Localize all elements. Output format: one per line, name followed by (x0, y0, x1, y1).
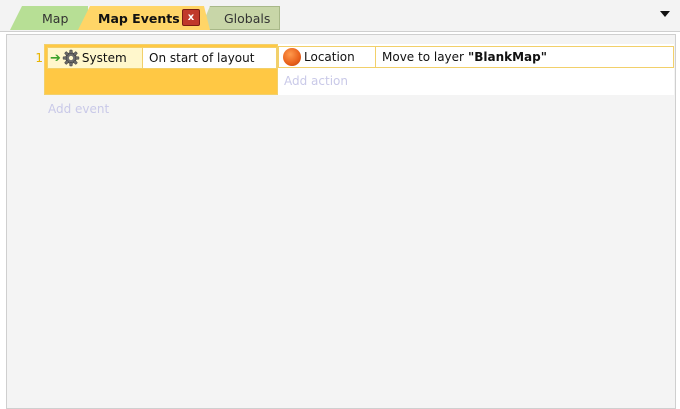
action-object-name: Location (304, 50, 355, 64)
tab-map[interactable]: Map (10, 6, 88, 30)
event-row[interactable]: ➔ System On start of layout Location Mov… (44, 44, 674, 95)
event-actions-block[interactable]: Location Move to layer "BlankMap" Add ac… (278, 44, 674, 95)
tab-label: Globals (224, 10, 271, 26)
tab-label: Map Events (98, 10, 180, 26)
action-object[interactable]: Location (279, 47, 376, 67)
tab-label: Map (42, 10, 69, 26)
close-tab-button[interactable]: x (182, 9, 200, 26)
condition-row[interactable]: ➔ System On start of layout (47, 47, 277, 69)
action-row[interactable]: Location Move to layer "BlankMap" (278, 46, 674, 68)
add-event-link[interactable]: Add event (48, 102, 109, 116)
condition-object[interactable]: ➔ System (48, 48, 143, 68)
tab-list-dropdown-icon[interactable] (660, 11, 670, 17)
action-text[interactable]: Move to layer "BlankMap" (376, 47, 673, 67)
gear-icon (62, 49, 80, 67)
orange-orb-icon (283, 48, 301, 66)
tab-bar: Map Globals Map Events x (0, 0, 680, 32)
tab-globals[interactable]: Globals (200, 6, 280, 30)
action-label: Move to layer (382, 50, 464, 64)
action-parameter: "BlankMap" (467, 50, 547, 64)
condition-object-name: System (81, 51, 127, 65)
event-conditions-block[interactable]: ➔ System On start of layout (44, 44, 278, 95)
condition-text[interactable]: On start of layout (143, 48, 276, 68)
add-action-link[interactable]: Add action (284, 74, 348, 88)
event-number: 1 (35, 51, 43, 65)
trigger-arrow-icon: ➔ (50, 50, 61, 66)
tab-map-events[interactable]: Map Events x (78, 6, 210, 30)
